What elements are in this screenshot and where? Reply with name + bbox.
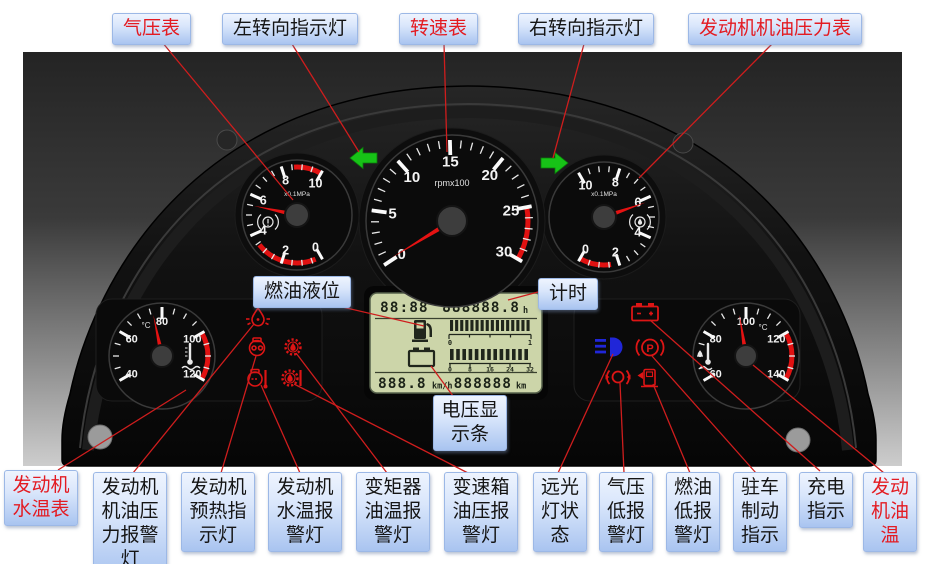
label-engine-oil-pressure-gauge: 发动机机油压力表 — [688, 13, 862, 45]
label-low-fuel-warning-light: 燃油低报警灯 — [666, 472, 720, 552]
svg-text:20: 20 — [481, 167, 498, 184]
label-low-air-pressure-warning-light: 气压低报警灯 — [599, 472, 653, 552]
label-engine-oil-temp: 发动机油温 — [863, 472, 917, 552]
svg-text:0: 0 — [398, 246, 406, 263]
svg-text:2: 2 — [282, 244, 289, 258]
label-high-beam-status: 远光灯状态 — [533, 472, 587, 552]
lcd-display: 88:88 888888.8 h 01 08162432 888.8 km/h … — [370, 293, 542, 393]
screw-hole — [88, 425, 112, 449]
svg-text:80: 80 — [156, 316, 168, 328]
label-charge-indicator: 充电指示 — [799, 472, 853, 528]
label-right-turn-indicator: 右转向指示灯 — [518, 13, 654, 45]
svg-text:30: 30 — [496, 243, 513, 260]
label-gearbox-oil-pressure-warning-light: 变速箱油压报警灯 — [444, 472, 518, 552]
svg-text:4: 4 — [260, 224, 267, 238]
svg-text:8: 8 — [612, 175, 619, 189]
label-tachometer: 转速表 — [399, 13, 478, 45]
lcd-speed-unit: km/h — [432, 382, 452, 392]
svg-text:120: 120 — [767, 333, 785, 345]
svg-text:32: 32 — [526, 366, 534, 374]
lcd-odometer: 888888 — [454, 376, 512, 392]
svg-text:0: 0 — [448, 366, 452, 374]
air-pressure-gauge: 0246810x0.1MPa — [242, 160, 352, 270]
screw-hole — [217, 130, 237, 150]
svg-text:100: 100 — [737, 316, 755, 328]
svg-text:5: 5 — [388, 206, 396, 223]
svg-text:15: 15 — [442, 153, 459, 170]
svg-text:°C: °C — [759, 323, 768, 332]
svg-text:0: 0 — [312, 241, 319, 255]
svg-text:°C: °C — [142, 321, 151, 330]
svg-text:10: 10 — [309, 177, 323, 191]
svg-text:x0.1MPa: x0.1MPa — [591, 191, 617, 198]
svg-text:0: 0 — [582, 243, 589, 257]
svg-text:24: 24 — [506, 366, 514, 374]
svg-text:rpmx100: rpmx100 — [434, 178, 469, 188]
svg-text:8: 8 — [282, 173, 289, 187]
svg-text:40: 40 — [126, 368, 138, 380]
label-left-turn-indicator: 左转向指示灯 — [222, 13, 358, 45]
svg-text:16: 16 — [486, 366, 494, 374]
lcd-hours-unit: h — [523, 306, 528, 316]
label-fuel-level: 燃油液位 — [253, 276, 351, 308]
label-parking-brake-indicator: 驻车制动指示 — [733, 472, 787, 552]
svg-text:6: 6 — [634, 196, 641, 210]
lcd-speed: 888.8 — [378, 376, 427, 392]
svg-text:4: 4 — [634, 226, 641, 240]
label-torque-converter-oil-temp-warning-light: 变矩器油温报警灯 — [356, 472, 430, 552]
svg-text:1: 1 — [528, 339, 532, 347]
label-air-pressure-gauge: 气压表 — [112, 13, 191, 45]
svg-text:10: 10 — [404, 169, 421, 186]
svg-text:2: 2 — [612, 246, 619, 260]
svg-text:80: 80 — [710, 333, 722, 345]
engine-water-temp-gauge: 40 60 80 100 120 °C — [109, 303, 215, 409]
label-engine-water-temp-warning-light: 发动机水温报警灯 — [268, 472, 342, 552]
svg-text:60: 60 — [126, 333, 138, 345]
tachometer-gauge: 0 5 10 15 20 25 30 rpmx100 — [366, 135, 538, 307]
svg-text:25: 25 — [503, 203, 520, 220]
label-voltage-display-bar: 电压显示条 — [433, 395, 507, 451]
svg-text:0: 0 — [448, 339, 452, 347]
svg-text:8: 8 — [468, 366, 472, 374]
slide: 88:88 888888.8 h 01 08162432 888.8 km/h … — [0, 0, 937, 564]
label-engine-water-temp-gauge: 发动机水温表 — [4, 470, 78, 526]
parking-brake-letter: P — [646, 343, 653, 355]
label-engine-preheat-indicator-light: 发动机预热指示灯 — [181, 472, 255, 552]
screw-hole — [673, 133, 693, 153]
svg-text:6: 6 — [260, 194, 267, 208]
label-hour-meter: 计时 — [538, 278, 598, 310]
svg-text:120: 120 — [183, 368, 201, 380]
svg-text:100: 100 — [183, 333, 201, 345]
lcd-odo-unit: km — [516, 382, 526, 392]
label-engine-oil-pressure-warning-light: 发动机机油压力报警灯 — [93, 472, 167, 564]
lcd-clock: 88:88 — [380, 300, 429, 316]
screw-hole — [786, 428, 810, 452]
